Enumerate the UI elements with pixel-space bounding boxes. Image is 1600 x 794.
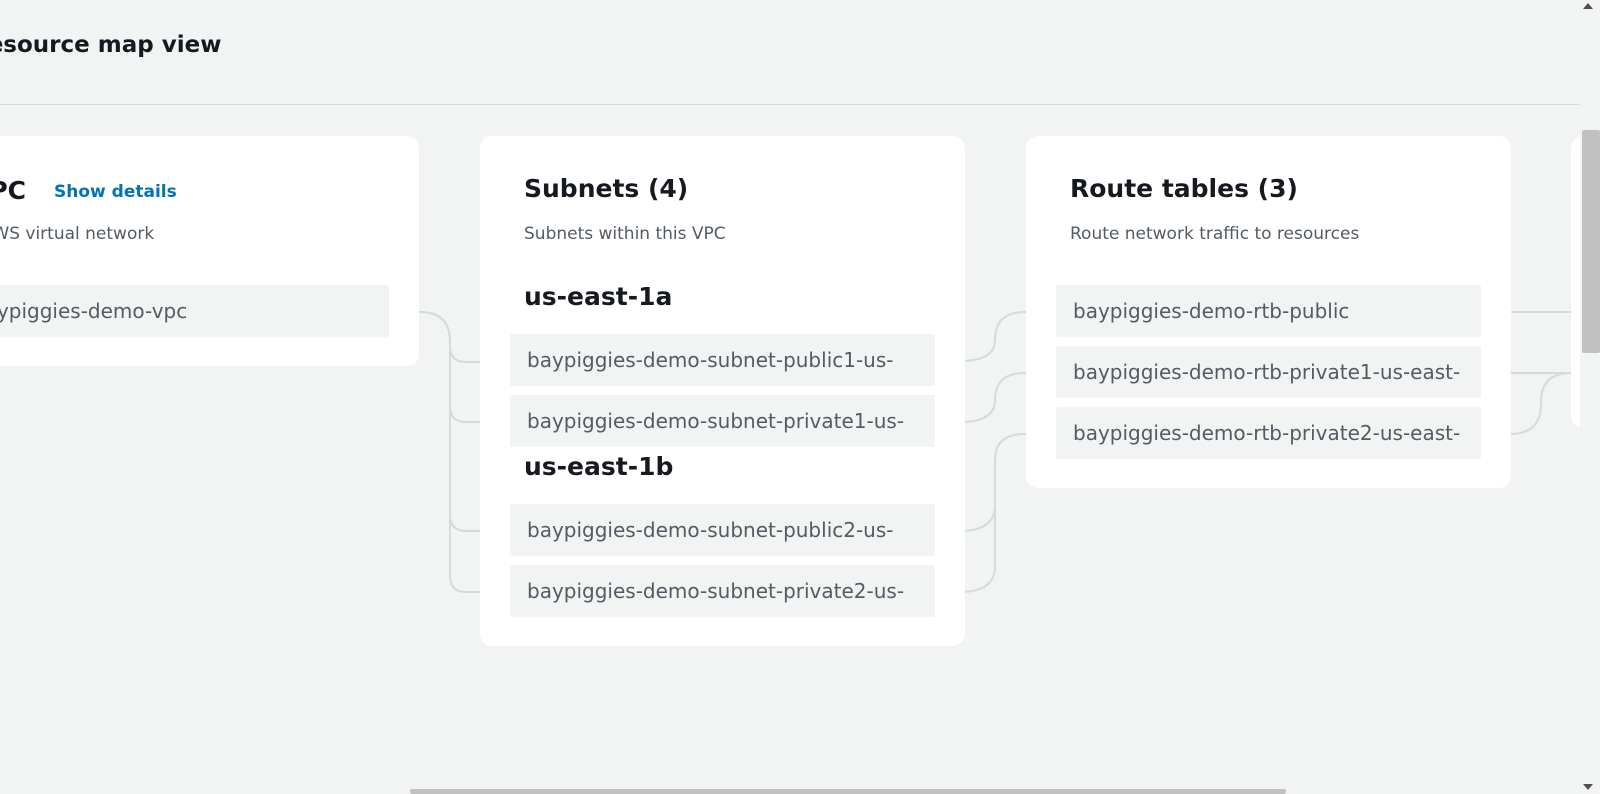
vertical-scrollbar-thumb[interactable] — [1582, 130, 1600, 353]
subnets-panel-title: Subnets (4) — [524, 174, 689, 203]
page-title: Resource map view — [0, 32, 222, 58]
route-tables-panel-description: Route network traffic to resources — [1070, 224, 1360, 244]
horizontal-scrollbar-thumb[interactable] — [410, 789, 1286, 794]
route-tables-panel-title: Route tables (3) — [1070, 174, 1298, 203]
subnets-panel-description: Subnets within this VPC — [524, 224, 726, 244]
zone-heading-us-east-1b: us-east-1b — [524, 452, 674, 481]
header-divider — [0, 104, 1580, 105]
subnet-node-public2[interactable]: baypiggies-demo-subnet-public2-us- — [510, 504, 935, 556]
subnet-node-private2[interactable]: baypiggies-demo-subnet-private2-us- — [510, 565, 935, 617]
subnet-node-public1[interactable]: baypiggies-demo-subnet-public1-us- — [510, 334, 935, 386]
resource-map-viewport: Resource map view VPC Show details Your … — [0, 0, 1600, 794]
route-table-node-public[interactable]: baypiggies-demo-rtb-public — [1056, 285, 1481, 337]
subnet-node-private1[interactable]: baypiggies-demo-subnet-private1-us- — [510, 395, 935, 447]
route-table-node-private1[interactable]: baypiggies-demo-rtb-private1-us-east- — [1056, 346, 1481, 398]
show-details-link[interactable]: Show details — [54, 182, 177, 202]
zone-heading-us-east-1a: us-east-1a — [524, 282, 673, 311]
route-table-node-private2[interactable]: baypiggies-demo-rtb-private2-us-east- — [1056, 407, 1481, 459]
scroll-up-arrow-icon[interactable] — [1583, 3, 1593, 9]
vpc-panel-description: Your AWS virtual network — [0, 224, 155, 244]
vpc-panel-title: VPC — [0, 176, 27, 205]
vertical-scrollbar-track[interactable] — [1580, 0, 1600, 794]
vpc-node[interactable]: baypiggies-demo-vpc — [0, 285, 389, 337]
scroll-down-arrow-icon[interactable] — [1583, 784, 1593, 790]
